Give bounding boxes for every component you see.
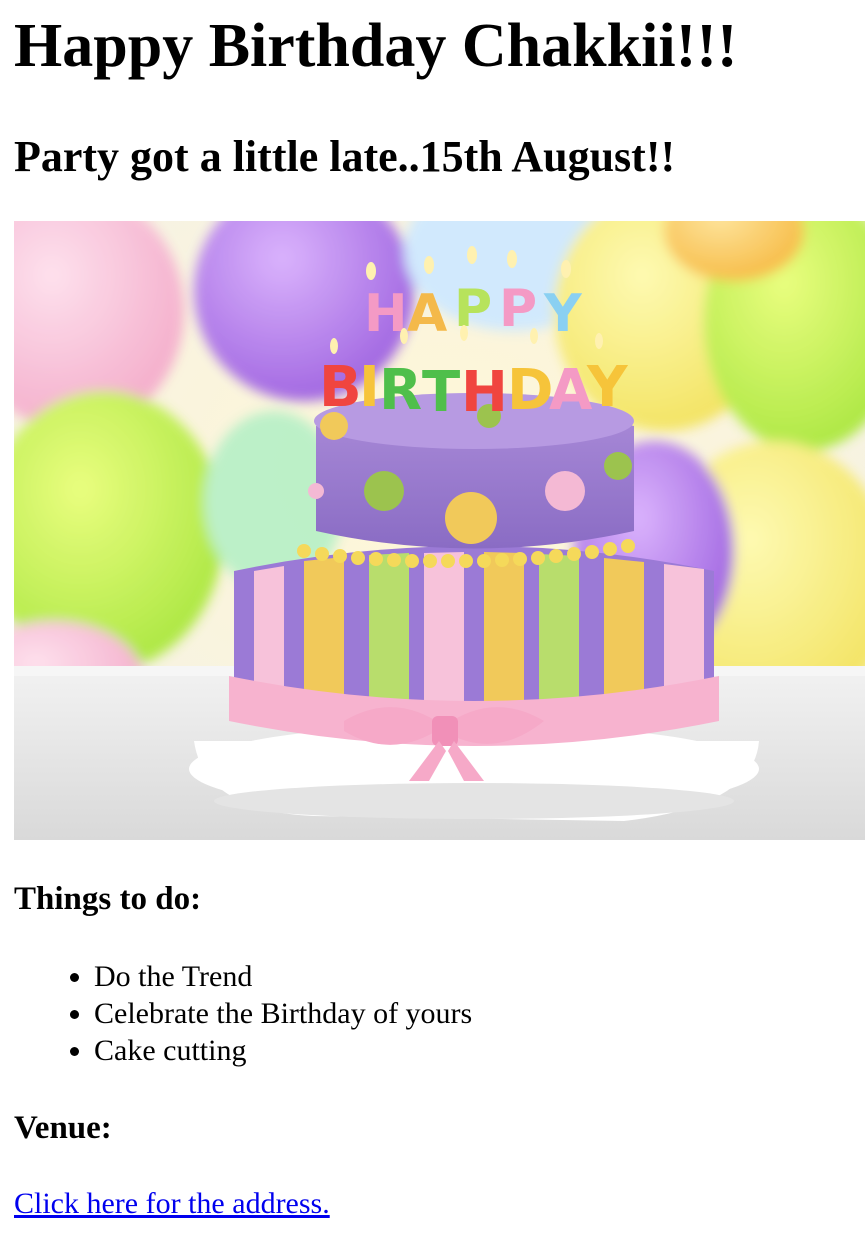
list-item: Do the Trend	[94, 958, 472, 995]
svg-text:A: A	[407, 284, 447, 344]
svg-text:B: B	[319, 355, 362, 420]
svg-text:I: I	[359, 355, 380, 420]
svg-text:T: T	[422, 360, 460, 425]
things-to-do-heading: Things to do:	[14, 881, 202, 917]
list-item: Celebrate the Birthday of yours	[94, 995, 472, 1032]
svg-text:P: P	[454, 279, 492, 339]
todo-list: Do the Trend Celebrate the Birthday of y…	[54, 958, 472, 1069]
list-item: Cake cutting	[94, 1032, 472, 1069]
svg-text:H: H	[461, 360, 508, 425]
svg-text:D: D	[507, 358, 553, 423]
page-title: Happy Birthday Chakkii!!!	[14, 12, 738, 80]
birthday-cake-image: H A P P Y B I R T H D A Y	[14, 221, 865, 840]
page-subtitle: Party got a little late..15th August!!	[14, 132, 676, 181]
venue-heading: Venue:	[14, 1110, 112, 1146]
svg-text:R: R	[379, 358, 422, 423]
svg-text:Y: Y	[543, 284, 583, 344]
svg-text:Y: Y	[586, 355, 629, 420]
address-link[interactable]: Click here for the address.	[14, 1186, 330, 1222]
